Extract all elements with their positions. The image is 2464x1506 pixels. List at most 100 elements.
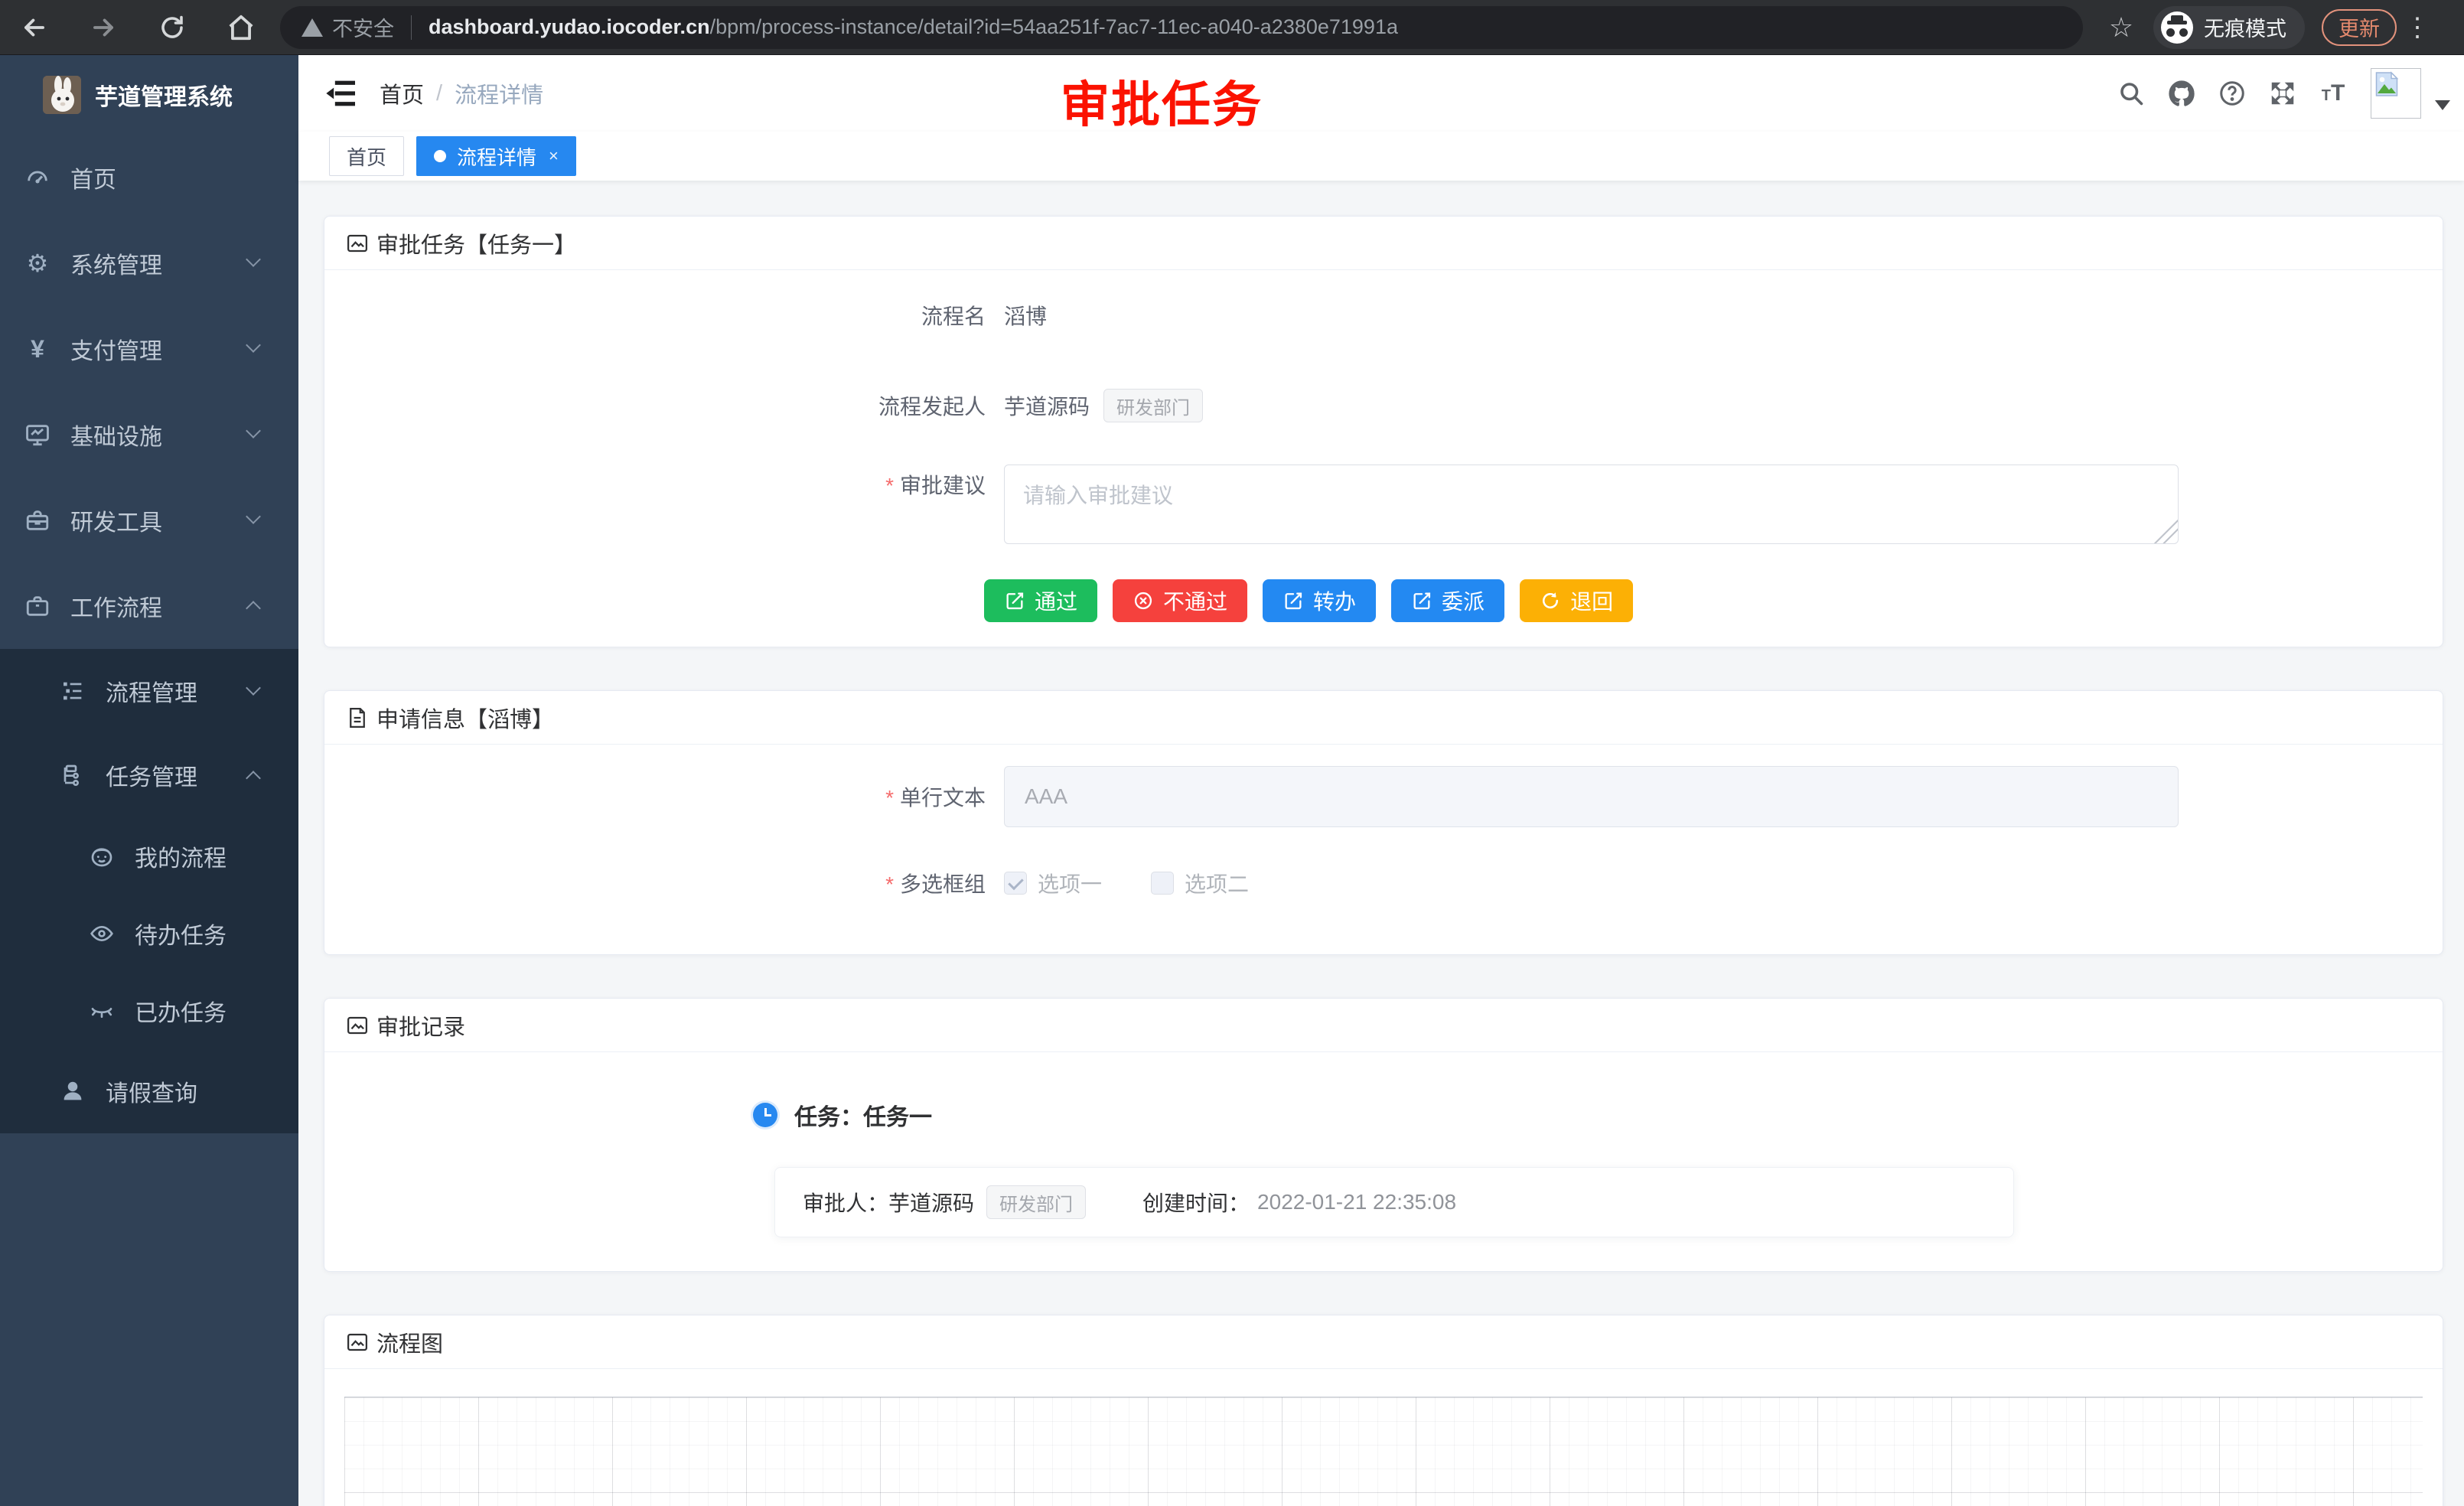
chevron-down-icon	[246, 423, 261, 438]
screen: 不安全 dashboard.yudao.iocoder.cn/bpm/proce…	[0, 0, 2464, 1506]
chevron-up-icon	[246, 771, 261, 786]
app-logo	[43, 76, 81, 114]
single-text-input[interactable]	[1004, 766, 2179, 827]
sidebar-item-devtools[interactable]: 研发工具	[0, 478, 298, 563]
forward-icon[interactable]	[69, 0, 138, 55]
sidebar-item-workflow[interactable]: 工作流程	[0, 563, 298, 649]
incognito-badge: 无痕模式	[2153, 6, 2305, 49]
sidebar-item-leave-query[interactable]: 请假查询	[0, 1049, 298, 1133]
address-bar[interactable]: 不安全 dashboard.yudao.iocoder.cn/bpm/proce…	[280, 6, 2083, 49]
process-name-label: 流程名	[324, 300, 986, 331]
avatar-caret-icon[interactable]	[2435, 100, 2450, 110]
github-icon[interactable]	[2156, 55, 2207, 132]
annotation-text: 审批任务	[1061, 66, 1263, 136]
tab-close-icon[interactable]: ×	[549, 146, 559, 166]
breadcrumb-current: 流程详情	[455, 77, 543, 109]
monitor-icon	[24, 422, 51, 448]
sidebar-item-system[interactable]: ⚙ 系统管理	[0, 220, 298, 306]
checkbox-group-row: 多选框组 选项一 选项二	[324, 861, 2443, 905]
card-title: 审批任务【任务一】	[376, 227, 576, 259]
sidebar-item-infra[interactable]: 基础设施	[0, 392, 298, 478]
url-text[interactable]: dashboard.yudao.iocoder.cn/bpm/process-i…	[429, 15, 1398, 39]
card-title: 申请信息【滔博】	[376, 702, 554, 734]
font-size-icon[interactable]: TT	[2308, 55, 2358, 132]
app-logo-row[interactable]: 芋道管理系统	[0, 55, 298, 135]
single-text-label: 单行文本	[324, 781, 986, 812]
sidebar-item-todo-tasks[interactable]: 待办任务	[0, 895, 298, 972]
avatar[interactable]	[2371, 68, 2421, 119]
clock-icon	[753, 1103, 777, 1127]
breadcrumb-home[interactable]: 首页	[380, 77, 424, 109]
fullscreen-icon[interactable]	[2257, 55, 2308, 132]
briefcase-icon	[24, 593, 51, 619]
process-diagram-card: 流程图	[324, 1315, 2443, 1506]
task-text: 任务：任务一	[794, 1098, 932, 1132]
sidebar-item-task-mgmt[interactable]: 任务管理	[0, 733, 298, 817]
timeline-task-row: 任务：任务一	[324, 1100, 2443, 1130]
assignee-label: 审批人：	[803, 1187, 888, 1218]
dept-tag: 研发部门	[986, 1185, 1086, 1219]
initiator-row: 流程发起人 芋道源码 研发部门	[324, 383, 2443, 428]
dashboard-icon	[24, 165, 51, 191]
apply-info-card: 申请信息【滔博】 单行文本 多选框组 选项一	[324, 690, 2443, 955]
reload-icon[interactable]	[138, 0, 207, 55]
user-icon	[60, 1078, 86, 1104]
initiator-value: 芋道源码	[1004, 390, 1090, 421]
incognito-icon	[2161, 11, 2193, 44]
single-text-row: 单行文本	[324, 766, 2443, 827]
eye-icon	[89, 921, 115, 947]
dept-tag: 研发部门	[1103, 389, 1203, 422]
breadcrumb: 首页 / 流程详情	[380, 55, 543, 132]
sidebar-item-my-process[interactable]: 我的流程	[0, 817, 298, 895]
approval-actions: 通过 不通过 转办 委派	[984, 579, 2443, 622]
search-icon[interactable]	[2106, 55, 2156, 132]
return-button[interactable]: 退回	[1520, 579, 1633, 622]
list-tree-icon	[60, 678, 86, 704]
card-title: 流程图	[376, 1326, 443, 1358]
card-title: 审批记录	[376, 1009, 465, 1041]
bpmn-diagram-canvas[interactable]	[344, 1397, 2423, 1506]
suggestion-label: 审批建议	[324, 465, 986, 501]
chevron-up-icon	[246, 601, 261, 616]
browser-chrome: 不安全 dashboard.yudao.iocoder.cn/bpm/proce…	[0, 0, 2464, 55]
main-area: 首页 / 流程详情 审批任务 TT	[298, 55, 2464, 1506]
delegate-button[interactable]: 委派	[1391, 579, 1504, 622]
page-content: 审批任务【任务一】 流程名 滔博 流程发起人 芋道源码 研发部门 审批建议	[298, 181, 2464, 1506]
help-icon[interactable]	[2207, 55, 2257, 132]
toolbox-icon	[24, 507, 51, 533]
checkbox-option1[interactable]: 选项一	[1004, 868, 1102, 898]
url-path: /bpm/process-instance/detail?id=54aa251f…	[710, 15, 1398, 38]
chevron-down-icon	[246, 337, 261, 353]
picture-icon	[346, 1014, 369, 1037]
url-domain: dashboard.yudao.iocoder.cn	[429, 15, 710, 38]
active-tab-dot	[434, 150, 446, 162]
card-header: 审批任务【任务一】	[324, 217, 2443, 270]
home-icon[interactable]	[207, 0, 275, 55]
tab-home[interactable]: 首页	[329, 136, 404, 176]
not-secure-warning-icon	[301, 18, 323, 37]
browser-update-button[interactable]: 更新	[2322, 9, 2397, 46]
browser-menu-icon[interactable]: ⋮	[2404, 12, 2430, 43]
suggestion-textarea[interactable]	[1004, 465, 2179, 544]
approve-button[interactable]: 通过	[984, 579, 1097, 622]
checkbox-group-label: 多选框组	[324, 868, 986, 898]
url-divider	[411, 15, 412, 40]
app-title: 芋道管理系统	[95, 78, 233, 112]
sidebar-item-done-tasks[interactable]: 已办任务	[0, 972, 298, 1049]
collapse-sidebar-icon[interactable]	[326, 80, 357, 111]
yen-icon: ¥	[24, 336, 51, 362]
sidebar-item-home[interactable]: 首页	[0, 135, 298, 220]
sidebar-item-pay[interactable]: ¥ 支付管理	[0, 306, 298, 392]
chevron-down-icon	[246, 509, 261, 524]
reject-button[interactable]: 不通过	[1113, 579, 1247, 622]
transfer-button[interactable]: 转办	[1263, 579, 1376, 622]
incognito-label: 无痕模式	[2204, 12, 2286, 42]
eye-closed-icon	[89, 998, 115, 1024]
tab-process-detail[interactable]: 流程详情 ×	[416, 136, 576, 176]
sidebar-item-process-mgmt[interactable]: 流程管理	[0, 649, 298, 733]
picture-icon	[346, 232, 369, 255]
bookmark-star-icon[interactable]: ☆	[2100, 11, 2143, 44]
checkbox-option2[interactable]: 选项二	[1151, 868, 1249, 898]
back-icon[interactable]	[0, 0, 69, 55]
record-detail-card: 审批人： 芋道源码 研发部门 创建时间： 2022-01-21 22:35:08	[774, 1167, 2014, 1237]
